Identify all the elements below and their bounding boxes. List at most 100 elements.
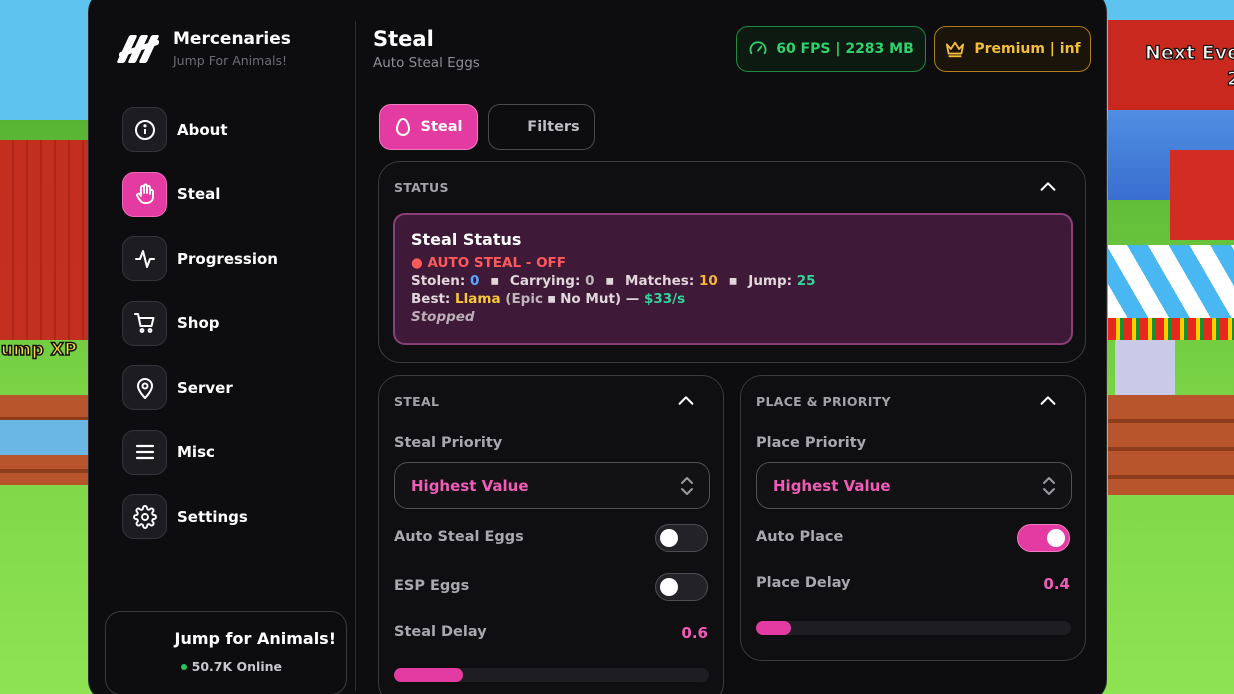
steal-delay-label: Steal Delay: [394, 624, 487, 640]
stolen-label: Stolen:: [411, 273, 466, 289]
chevrons-up-down-icon: [681, 477, 693, 495]
steal-priority-select[interactable]: Highest Value: [394, 462, 710, 509]
jump-value: 25: [796, 273, 816, 289]
auto-place-label: Auto Place: [756, 529, 844, 545]
mercenaries-logo-icon: [116, 33, 160, 65]
brand-name: Mercenaries: [173, 29, 291, 49]
sidebar-item-label: Steal: [177, 185, 221, 203]
carrying-label: Carrying:: [509, 273, 581, 289]
online-count-text: 50.7K Online: [191, 659, 282, 674]
steal-priority-value: Highest Value: [411, 476, 529, 495]
map-pin-icon: [122, 365, 167, 410]
stolen-value: 0: [469, 273, 480, 289]
tab-steal[interactable]: Steal: [379, 104, 478, 150]
speedometer-icon: [749, 41, 767, 55]
activity-icon: [122, 236, 167, 281]
crown-icon: [946, 41, 965, 58]
best-line: Best: Llama (Epic ▪ No Mut) — $33/s: [411, 291, 686, 307]
brand-subtitle: Jump For Animals!: [173, 53, 287, 68]
jump-xp-label: Jump XP: [0, 339, 78, 361]
info-icon: [122, 107, 167, 152]
water: [0, 420, 95, 455]
chevron-up-icon[interactable]: [1037, 390, 1059, 412]
sidebar-item-settings[interactable]: Settings: [122, 494, 342, 539]
place-delay-slider[interactable]: [756, 621, 1071, 635]
steal-delay-slider[interactable]: [394, 668, 709, 682]
menu-icon: [122, 429, 167, 475]
carrying-value: 0: [585, 273, 595, 289]
sidebar-item-label: Misc: [177, 443, 215, 461]
slider-fill: [756, 621, 791, 635]
matches-value: 10: [698, 273, 718, 289]
sidebar-item-server[interactable]: Server: [122, 365, 342, 410]
sidebar-item-label: Shop: [177, 314, 220, 332]
auto-place-toggle[interactable]: [1017, 524, 1070, 552]
section-header: STEAL: [394, 394, 440, 409]
sidebar-item-label: About: [177, 120, 228, 139]
status-state: Stopped: [411, 309, 475, 325]
red-brick-wall: [0, 140, 95, 340]
status-stats-line: Stolen: 0 ▪ Carrying: 0 ▪ Matches: 10 ▪ …: [411, 273, 816, 289]
premium-text: Premium | inf: [974, 41, 1081, 57]
next-event-label: Next Eve 26: [1144, 40, 1234, 92]
steal-delay-value: 0.6: [681, 624, 708, 642]
status-card: STATUS Steal Status ● AUTO STEAL - OFF S…: [378, 161, 1086, 363]
next-event-timer: 26: [1226, 67, 1234, 90]
sidebar-item-progression[interactable]: Progression: [122, 236, 342, 281]
place-delay-label: Place Delay: [756, 575, 851, 591]
place-priority-card: PLACE & PRIORITY Place Priority Highest …: [740, 375, 1086, 661]
hand-icon: [122, 171, 167, 217]
section-header: PLACE & PRIORITY: [756, 394, 891, 409]
cart-icon: [122, 300, 167, 346]
jump-label: Jump:: [748, 273, 793, 289]
slider-fill: [394, 668, 464, 682]
place-priority-label: Place Priority: [756, 435, 867, 451]
game-info-card[interactable]: Jump for Animals! 50.7K Online: [105, 611, 347, 694]
sidebar-item-steal[interactable]: Steal: [122, 171, 342, 217]
place-delay-value: 0.4: [1043, 575, 1070, 593]
steal-status-panel: Steal Status ● AUTO STEAL - OFF Stolen: …: [393, 213, 1073, 345]
page-title: Steal: [373, 27, 434, 51]
auto-steal-state: ● AUTO STEAL - OFF: [411, 255, 566, 271]
sidebar-item-label: Settings: [177, 507, 248, 526]
esp-eggs-label: ESP Eggs: [394, 578, 470, 594]
section-header: STATUS: [394, 180, 449, 195]
status-title: Steal Status: [411, 230, 522, 249]
fps-badge: 60 FPS | 2283 MB: [736, 26, 926, 72]
best-name: Llama: [455, 291, 501, 307]
brand: Mercenaries Jump For Animals!: [116, 29, 291, 68]
online-dot-icon: [180, 663, 187, 670]
game-title: Jump for Animals!: [174, 629, 336, 648]
auto-steal-eggs-toggle[interactable]: [655, 524, 708, 552]
sidebar-item-label: Server: [177, 378, 233, 397]
auto-steal-state-text: AUTO STEAL - OFF: [427, 255, 566, 271]
chevron-up-icon[interactable]: [675, 390, 697, 412]
sidebar-item-shop[interactable]: Shop: [122, 300, 342, 346]
colored-trim: [1108, 318, 1234, 340]
striped-awning: [1108, 245, 1234, 320]
steal-priority-label: Steal Priority: [394, 435, 503, 451]
wooden-fence-right: [1108, 395, 1234, 495]
tab-filters[interactable]: Filters: [488, 104, 595, 150]
online-count: 50.7K Online: [180, 659, 282, 674]
next-event-text: Next Eve: [1144, 41, 1234, 64]
steal-settings-card: STEAL Steal Priority Highest Value Auto …: [378, 375, 724, 694]
sidebar-divider: [355, 21, 356, 691]
place-priority-select[interactable]: Highest Value: [756, 462, 1072, 509]
sidebar-item-label: Progression: [177, 249, 278, 268]
tab-label: Filters: [527, 119, 580, 135]
chevron-up-icon[interactable]: [1037, 176, 1059, 198]
best-rate: $33/s: [643, 291, 686, 307]
red-block: [1170, 150, 1234, 240]
best-rarity: (Epic: [505, 291, 543, 307]
best-mutation: No Mut) —: [560, 291, 640, 307]
sidebar-item-misc[interactable]: Misc: [122, 429, 342, 475]
esp-eggs-toggle[interactable]: [655, 573, 708, 601]
sidebar-item-about[interactable]: About: [122, 107, 342, 152]
gear-icon: [122, 494, 167, 539]
tab-label: Steal: [420, 119, 463, 135]
auto-steal-eggs-label: Auto Steal Eggs: [394, 529, 524, 545]
mercenaries-window: Mercenaries Jump For Animals! About Stea…: [88, 0, 1107, 694]
best-label: Best:: [411, 291, 451, 307]
chevrons-up-down-icon: [1043, 477, 1055, 495]
